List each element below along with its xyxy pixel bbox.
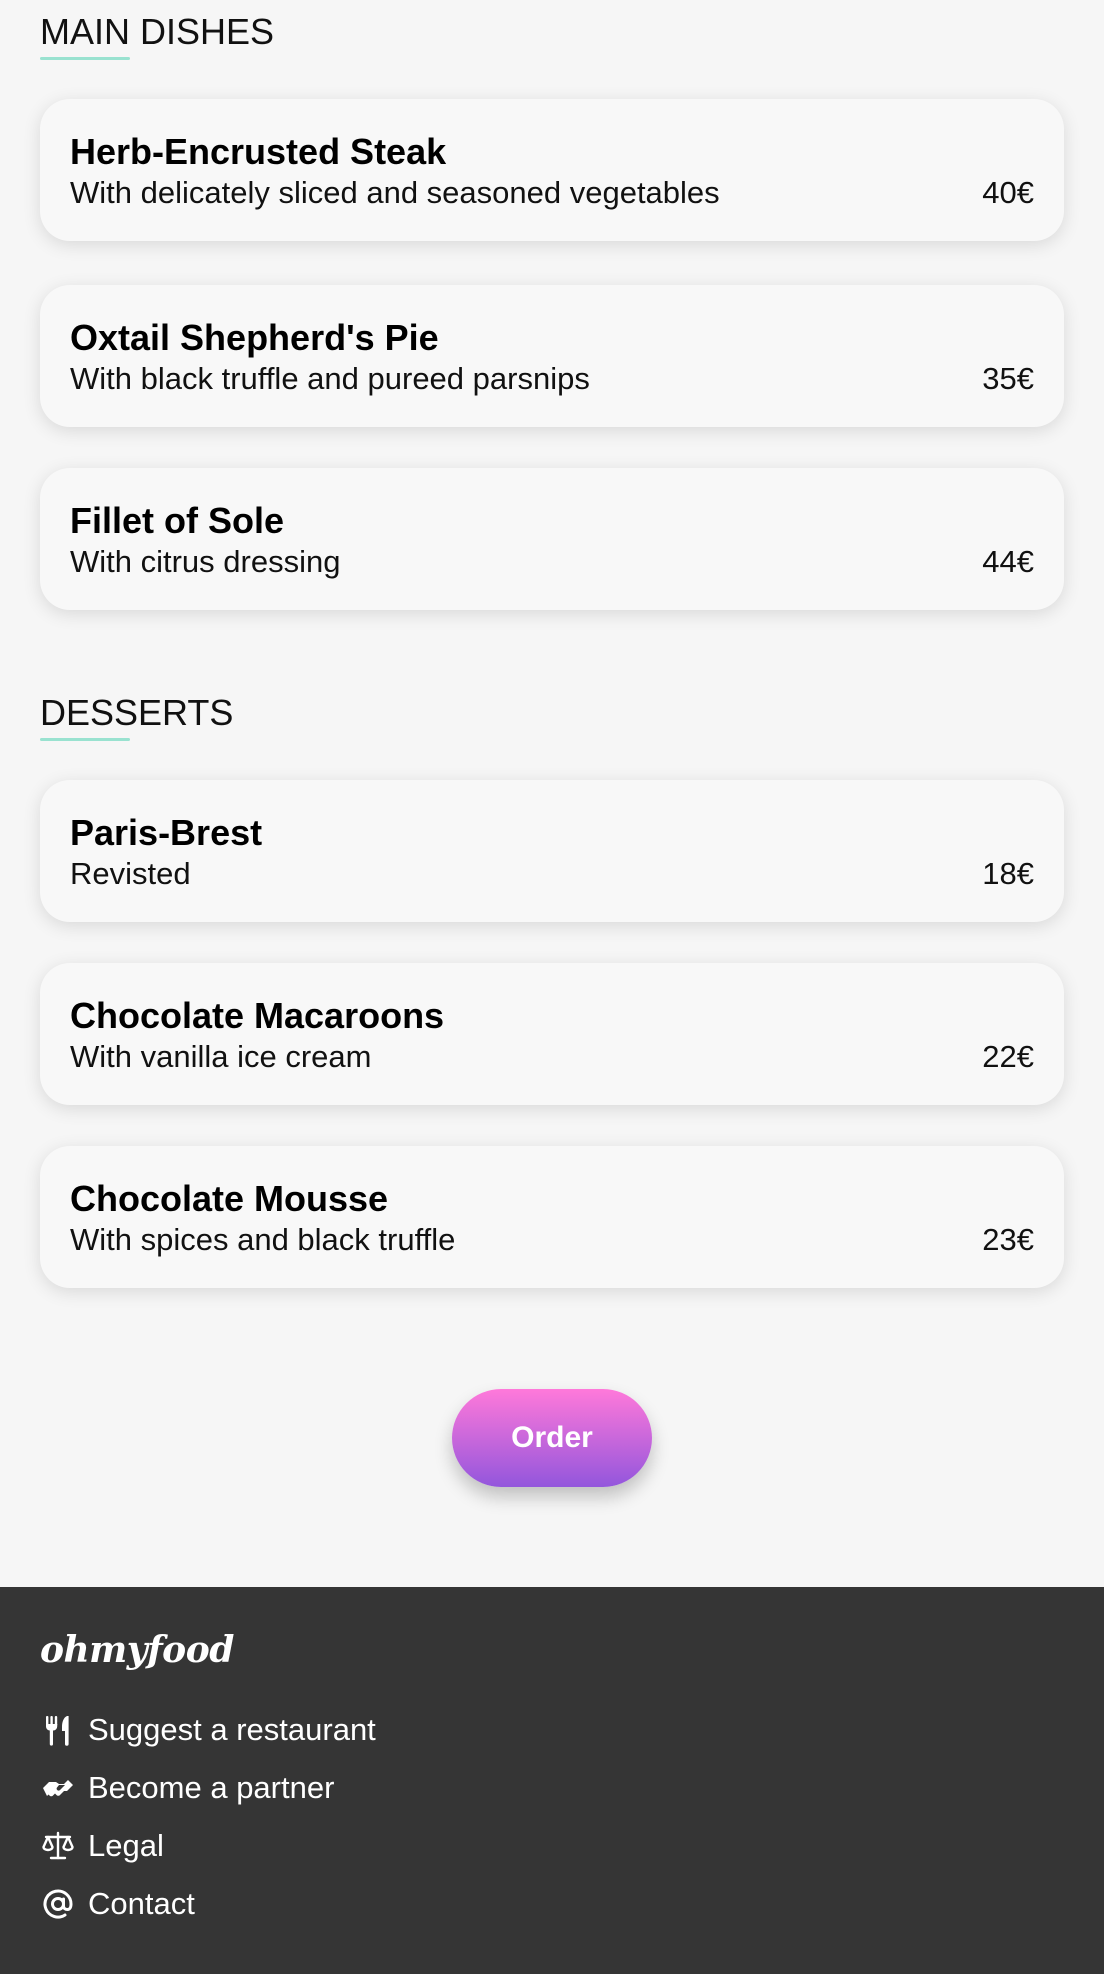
dish-description: With spices and black truffle bbox=[70, 1222, 456, 1257]
footer: ohmyfood Suggest a restaurant Become a p… bbox=[0, 1587, 1104, 1974]
at-icon bbox=[40, 1886, 76, 1922]
dish-card-paris-brest[interactable]: Paris-Brest Revisted 18€ bbox=[40, 780, 1064, 922]
section-title-main-dishes: MAIN DISHES bbox=[40, 11, 275, 60]
footer-link-suggest-restaurant[interactable]: Suggest a restaurant bbox=[40, 1708, 376, 1752]
dish-price: 22€ bbox=[982, 1039, 1034, 1074]
dish-description: With delicately sliced and seasoned vege… bbox=[70, 175, 720, 210]
section-title-underline bbox=[40, 738, 130, 741]
dish-card-oxtail-shepherds-pie[interactable]: Oxtail Shepherd's Pie With black truffle… bbox=[40, 285, 1064, 427]
dish-name: Fillet of Sole bbox=[70, 500, 285, 541]
footer-link-label: Legal bbox=[88, 1828, 164, 1863]
dish-card-chocolate-mousse[interactable]: Chocolate Mousse With spices and black t… bbox=[40, 1146, 1064, 1288]
section-title-text: MAIN DISHES bbox=[40, 11, 275, 52]
dish-card-herb-encrusted-steak[interactable]: Herb-Encrusted Steak With delicately sli… bbox=[40, 99, 1064, 241]
dish-description: Revisted bbox=[70, 856, 191, 891]
dish-card-fillet-of-sole[interactable]: Fillet of Sole With citrus dressing 44€ bbox=[40, 468, 1064, 610]
dish-description: With black truffle and pureed parsnips bbox=[70, 361, 590, 396]
section-title-desserts: DESSERTS bbox=[40, 692, 234, 741]
footer-link-label: Suggest a restaurant bbox=[88, 1712, 376, 1747]
dish-card-chocolate-macaroons[interactable]: Chocolate Macaroons With vanilla ice cre… bbox=[40, 963, 1064, 1105]
dish-description: With citrus dressing bbox=[70, 544, 341, 579]
dish-price: 44€ bbox=[982, 544, 1034, 579]
section-title-underline bbox=[40, 57, 130, 60]
dish-name: Herb-Encrusted Steak bbox=[70, 131, 447, 172]
dish-description: With vanilla ice cream bbox=[70, 1039, 372, 1074]
dish-price: 18€ bbox=[982, 856, 1034, 891]
footer-link-contact[interactable]: Contact bbox=[40, 1882, 195, 1926]
handshake-icon bbox=[40, 1770, 76, 1806]
footer-logo[interactable]: ohmyfood bbox=[40, 1629, 234, 1671]
dish-price: 40€ bbox=[982, 175, 1034, 210]
footer-link-legal[interactable]: Legal bbox=[40, 1824, 164, 1868]
utensils-icon bbox=[40, 1712, 76, 1748]
dish-name: Chocolate Macaroons bbox=[70, 995, 445, 1036]
order-button[interactable]: Order bbox=[452, 1389, 652, 1487]
footer-link-become-partner[interactable]: Become a partner bbox=[40, 1766, 334, 1810]
menu-content: MAIN DISHES Herb-Encrusted Steak With de… bbox=[0, 0, 1104, 1587]
dish-name: Oxtail Shepherd's Pie bbox=[70, 317, 439, 358]
dish-price: 23€ bbox=[982, 1222, 1034, 1257]
footer-link-label: Contact bbox=[88, 1886, 195, 1921]
dish-name: Chocolate Mousse bbox=[70, 1178, 389, 1219]
dish-name: Paris-Brest bbox=[70, 812, 263, 853]
footer-link-label: Become a partner bbox=[88, 1770, 335, 1805]
dish-price: 35€ bbox=[982, 361, 1034, 396]
scale-icon bbox=[40, 1828, 76, 1864]
section-title-text: DESSERTS bbox=[40, 692, 234, 733]
